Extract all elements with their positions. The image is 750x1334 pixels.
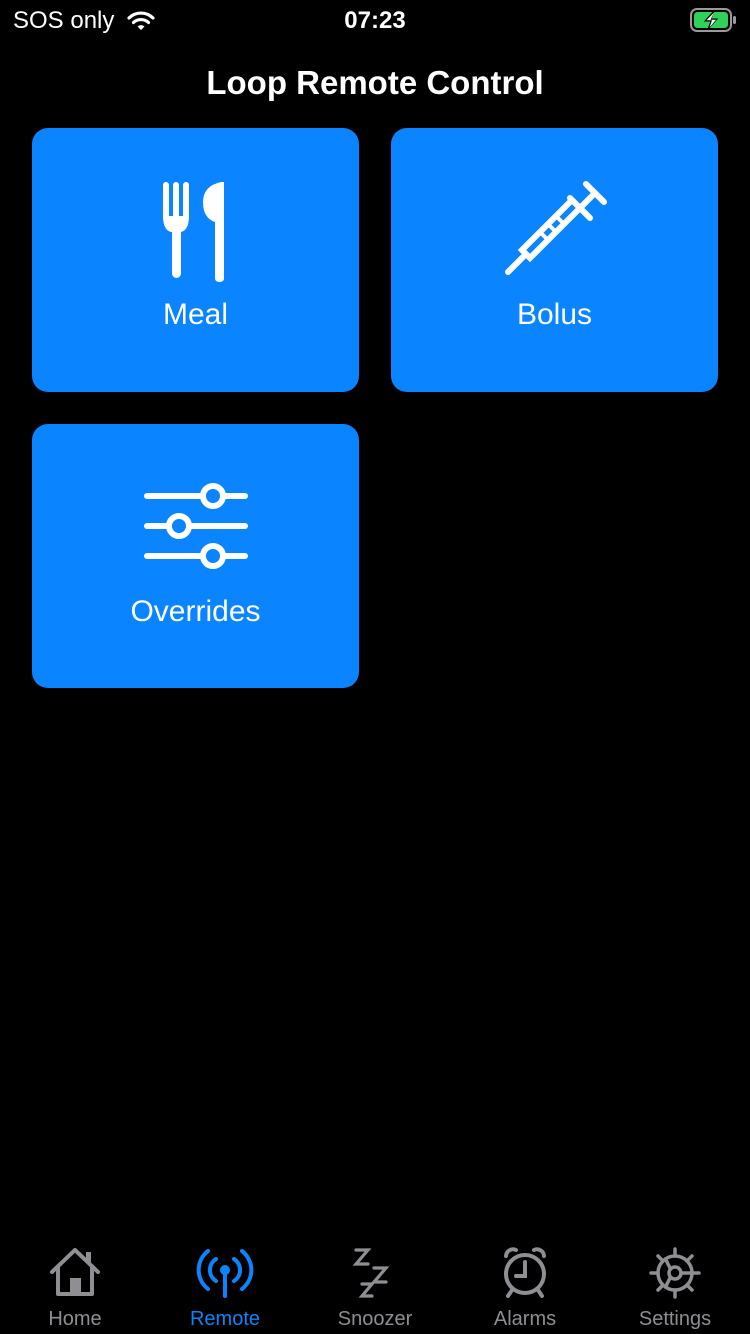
tab-snoozer-label: Snoozer	[337, 1308, 413, 1330]
tab-alarms[interactable]: Alarms	[450, 1234, 600, 1334]
tab-bar: Home Remote Snoozer Alarms Settings	[0, 1234, 750, 1334]
page-title: Loop Remote Control	[206, 64, 544, 101]
battery-charging-icon	[690, 8, 736, 32]
zzz-icon	[352, 1248, 390, 1298]
sliders-icon	[143, 483, 248, 569]
tab-snoozer[interactable]: Snoozer	[300, 1234, 450, 1334]
tab-home-label: Home	[48, 1308, 102, 1330]
bolus-button[interactable]: Bolus	[391, 128, 718, 392]
house-icon	[50, 1248, 100, 1296]
fork-knife-icon	[162, 182, 224, 282]
bolus-label: Bolus	[516, 298, 593, 331]
meal-label: Meal	[162, 298, 229, 331]
status-time: 07:23	[344, 7, 406, 34]
syringe-icon	[504, 181, 607, 275]
overrides-label: Overrides	[130, 595, 261, 628]
tab-settings-label: Settings	[638, 1308, 712, 1330]
tab-home[interactable]: Home	[0, 1234, 150, 1334]
gear-icon	[649, 1247, 701, 1299]
meal-button[interactable]: Meal	[32, 128, 359, 392]
tab-settings[interactable]: Settings	[600, 1234, 750, 1334]
tab-alarms-label: Alarms	[493, 1308, 557, 1330]
tab-remote-label: Remote	[189, 1308, 261, 1330]
screen: SOS only 07:23 Loop Remote Control Meal …	[0, 0, 750, 1334]
antenna-icon	[196, 1249, 254, 1298]
status-bar: SOS only 07:23	[0, 0, 750, 44]
alarm-clock-icon	[504, 1247, 546, 1298]
overrides-button[interactable]: Overrides	[32, 424, 359, 688]
tab-remote[interactable]: Remote	[150, 1234, 300, 1334]
